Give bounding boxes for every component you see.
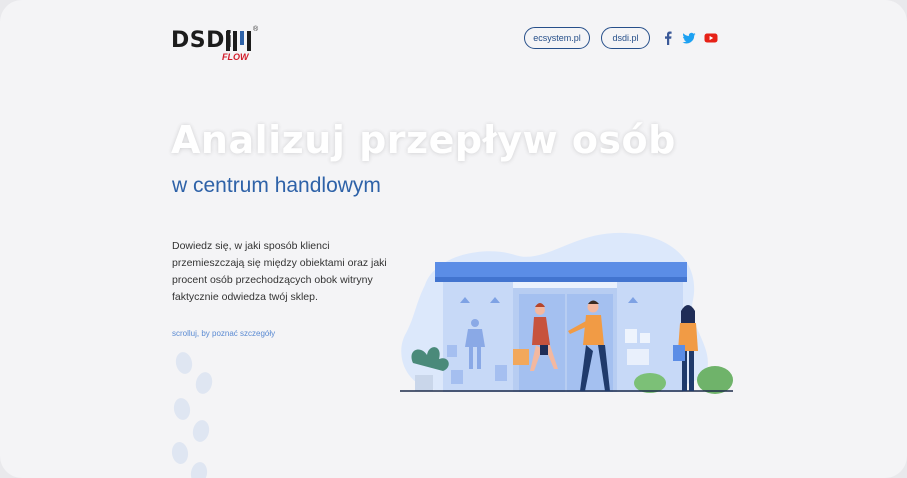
logo-bars-icon	[226, 31, 251, 51]
nav-link-dsdi[interactable]: dsdi.pl	[601, 27, 650, 49]
hero-title: Analizuj przepływ osób	[171, 118, 676, 162]
twitter-icon[interactable]	[682, 31, 696, 45]
shop-illustration	[400, 232, 733, 394]
hero-subtitle: w centrum handlowym	[172, 174, 381, 197]
logo-wordmark: DSDi	[171, 28, 233, 53]
nav-link-ecsystem[interactable]: ecsystem.pl	[524, 27, 590, 49]
page-frame: DSDi ® FLOW ecsystem.pl dsdi.pl Analizuj…	[0, 0, 907, 478]
logo-flow-label: FLOW	[222, 52, 249, 62]
facebook-icon[interactable]	[661, 31, 675, 45]
hero-description: Dowiedz się, w jaki sposób klienci przem…	[172, 240, 387, 303]
scroll-hint-link[interactable]: scrolluj, by poznać szczegóły	[172, 329, 275, 338]
registered-mark: ®	[253, 26, 259, 33]
brand-logo[interactable]: DSDi ® FLOW	[171, 26, 261, 66]
youtube-icon[interactable]	[704, 31, 718, 45]
